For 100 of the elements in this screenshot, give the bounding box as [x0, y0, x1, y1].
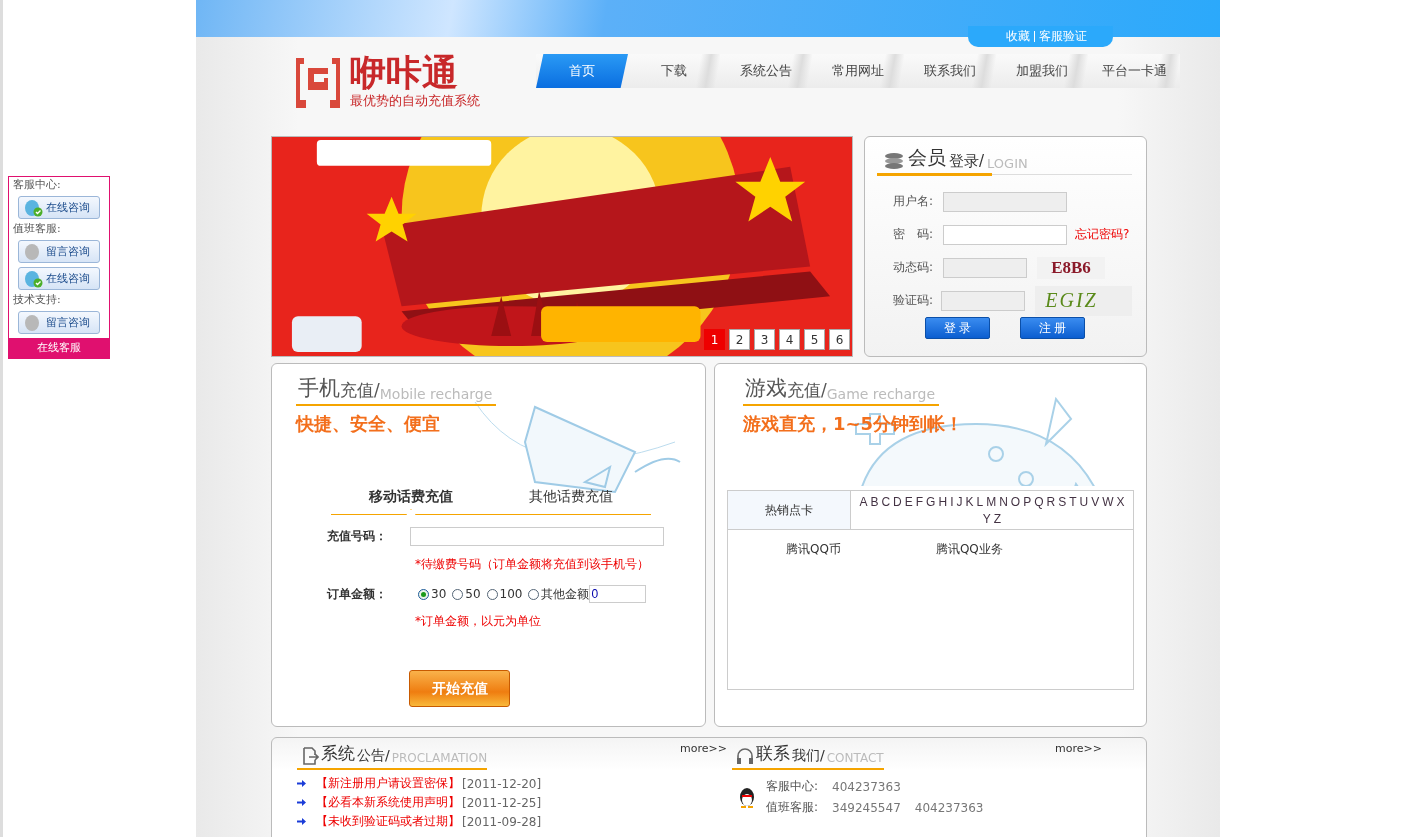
letter-link[interactable]: W — [1102, 495, 1114, 512]
recharge-tab[interactable]: 其他话费充值 — [491, 488, 651, 514]
consult-button[interactable]: 在线咨询 — [18, 196, 100, 219]
letter-link[interactable]: Y — [982, 512, 991, 529]
game-card-link[interactable]: 腾讯QQ业务 — [935, 541, 1003, 558]
notice-title: 系统 — [321, 742, 355, 765]
mobile-title-english: Mobile recharge — [379, 386, 493, 402]
game-slogan: 游戏直充，1~5分钟到帐！ — [743, 412, 965, 436]
logo-name: 咿咔通 — [350, 54, 459, 92]
consult-button[interactable]: 留言咨询 — [18, 311, 100, 334]
other-amount-field[interactable]: 0 — [589, 585, 647, 603]
slide-page-button[interactable]: 6 — [829, 329, 850, 350]
dynamic-code: E8B6 — [1037, 256, 1105, 279]
mobile-title: 手机 — [298, 375, 340, 402]
letter-link[interactable]: Q — [1034, 495, 1044, 512]
qq-number: 349245547 — [832, 800, 901, 815]
login-title-suffix: 登录/ — [949, 152, 985, 171]
game-card-link[interactable]: 腾讯QQ币 — [786, 541, 841, 558]
mobile-title-suffix: 充值/ — [340, 380, 380, 402]
letter-link[interactable]: K — [965, 495, 974, 512]
letter-link[interactable]: R — [1046, 495, 1056, 512]
game-title-english: Game recharge — [826, 386, 936, 402]
arrow-icon — [297, 818, 306, 825]
penguin-icon — [738, 786, 756, 808]
more-link[interactable]: more>> — [680, 742, 727, 755]
headset-icon — [736, 747, 754, 765]
login-button[interactable]: 登 录 — [925, 317, 990, 339]
game-title: 游戏 — [745, 375, 787, 402]
letter-link[interactable]: P — [1023, 495, 1032, 512]
notice-link[interactable]: 【必看本新系统使用声明】 — [316, 794, 460, 811]
username-field[interactable] — [943, 191, 1067, 212]
letter-link[interactable]: V — [1091, 495, 1100, 512]
letter-link[interactable]: O — [1010, 495, 1021, 512]
letter-link[interactable]: L — [976, 495, 984, 512]
qq-number: 404237363 — [914, 800, 984, 815]
letter-link[interactable]: X — [1116, 495, 1125, 512]
notice-link[interactable]: 【新注册用户请设置密保】 — [316, 775, 460, 792]
contact-title: 联系 — [756, 742, 790, 765]
phone-label: 充值号码： — [326, 528, 388, 545]
online-service-footer: 在线客服 — [9, 338, 109, 358]
amount-radio[interactable]: 50 — [452, 587, 481, 601]
field-label: 密 码: — [892, 226, 935, 243]
letter-link[interactable]: E — [904, 495, 913, 512]
arrow-icon — [297, 780, 306, 787]
captcha-field[interactable] — [941, 290, 1026, 311]
letter-link[interactable]: M — [986, 495, 997, 512]
forgot-password-link[interactable]: 忘记密码? — [1075, 226, 1130, 243]
notice-date: [2011-12-25] — [462, 795, 542, 810]
notice-link[interactable]: 【未收到验证码或者过期】 — [316, 813, 460, 830]
contact-label: 值班客服: — [766, 799, 819, 816]
slide-page-button[interactable]: 3 — [754, 329, 775, 350]
nav-tab[interactable]: 首页 — [536, 54, 628, 88]
letter-link[interactable]: S — [1058, 495, 1067, 512]
slide-page-button[interactable]: 5 — [804, 329, 825, 350]
more-link[interactable]: more>> — [1055, 742, 1102, 755]
phone-hint: *待缴费号码（订单金额将充值到该手机号） — [415, 556, 650, 573]
letter-link[interactable]: J — [956, 495, 963, 512]
letter-link[interactable]: A — [859, 495, 868, 512]
service-group-label: 客服中心: — [12, 177, 62, 192]
letter-link[interactable]: H — [938, 495, 948, 512]
amount-label: 订单金额： — [325, 585, 388, 603]
slide-page-button[interactable]: 2 — [729, 329, 750, 350]
phone-number-field[interactable] — [410, 527, 664, 546]
field-label: 用户名: — [892, 193, 935, 210]
amount-hint: *订单金额，以元为单位 — [415, 613, 542, 630]
service-group-label: 值班客服: — [12, 221, 62, 236]
letter-link[interactable]: B — [870, 495, 879, 512]
letter-link[interactable]: I — [950, 495, 954, 512]
field-label: 验证码: — [892, 292, 935, 309]
letter-link[interactable]: F — [915, 495, 924, 512]
consult-button[interactable]: 留言咨询 — [18, 240, 100, 263]
service-group-label: 技术支持: — [12, 292, 62, 307]
letter-link[interactable]: T — [1069, 495, 1077, 512]
dynamic-code-field[interactable] — [943, 257, 1027, 278]
coin-stack-icon — [883, 151, 905, 171]
notice-title-english: PROCLAMATION — [391, 751, 488, 765]
qq-number: 404237363 — [832, 779, 901, 794]
consult-button[interactable]: 在线咨询 — [18, 267, 100, 290]
game-title-suffix: 充值/ — [787, 379, 827, 402]
slide-page-button[interactable]: 1 — [704, 329, 725, 350]
letter-link[interactable]: Z — [993, 512, 1002, 529]
amount-radio[interactable]: 30 — [418, 587, 447, 601]
amount-radio[interactable]: 其他金额 — [528, 585, 590, 603]
amount-radio[interactable]: 100 — [486, 587, 523, 601]
letter-link[interactable]: C — [881, 495, 891, 512]
password-field[interactable] — [943, 224, 1067, 245]
notice-title-suffix: 公告/ — [357, 747, 390, 765]
mobile-slogan: 快捷、安全、便宜 — [296, 412, 441, 436]
register-button[interactable]: 注 册 — [1020, 317, 1085, 339]
captcha-image[interactable]: EGIZ — [1035, 285, 1132, 316]
login-title-english: LOGIN — [987, 156, 1028, 171]
letter-link[interactable]: N — [999, 495, 1008, 512]
letter-link[interactable]: D — [893, 495, 902, 512]
notice-date: [2011-12-20] — [462, 776, 542, 791]
letter-link[interactable]: G — [926, 495, 936, 512]
slide-page-button[interactable]: 4 — [779, 329, 800, 350]
recharge-tab[interactable]: 移动话费充值 — [331, 488, 491, 514]
field-label: 动态码: — [892, 259, 935, 276]
login-title: 会员 — [908, 145, 946, 170]
letter-link[interactable]: U — [1079, 495, 1089, 512]
